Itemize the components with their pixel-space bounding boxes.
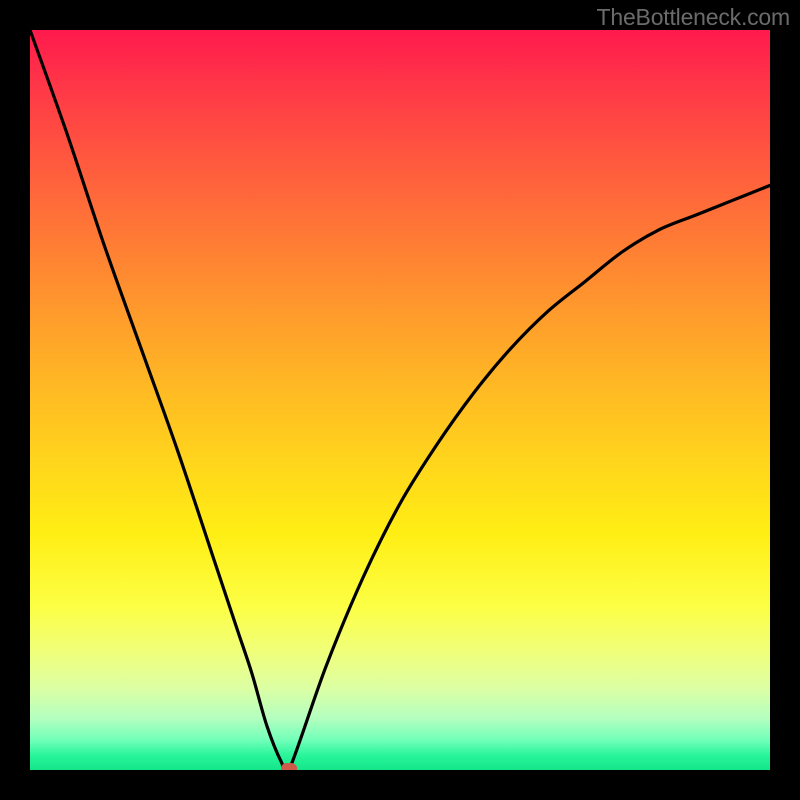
watermark-text: TheBottleneck.com	[597, 4, 790, 31]
minimum-marker	[281, 763, 297, 770]
bottleneck-curve	[30, 30, 770, 770]
plot-area	[30, 30, 770, 770]
chart-frame: TheBottleneck.com	[0, 0, 800, 800]
